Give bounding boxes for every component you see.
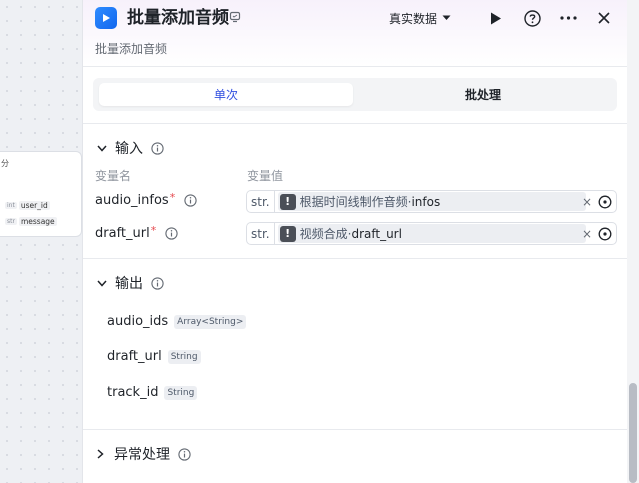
help-button[interactable] (521, 8, 543, 28)
more-button[interactable] (557, 8, 579, 28)
scrollbar-thumb[interactable] (629, 383, 637, 483)
output-type-tag: String (167, 349, 201, 364)
canvas-node-card[interactable]: 分 int user_id str message (0, 151, 82, 237)
required-mark: * (150, 224, 157, 237)
close-button[interactable] (593, 8, 615, 28)
input-param-label: audio_infos * (95, 191, 197, 208)
canvas-node-title: 分 (1, 159, 9, 168)
variable-picker-icon[interactable] (598, 195, 612, 209)
app-logo-icon (95, 7, 117, 29)
canvas-node-var-name: user_id (18, 201, 50, 210)
node-description[interactable]: 批量添加音频 (95, 40, 167, 57)
canvas-node-output-row: str message (5, 217, 57, 226)
more-icon (559, 16, 577, 20)
output-name: draft_url (107, 349, 162, 364)
chevron-down-icon (97, 145, 107, 152)
required-mark: * (169, 191, 176, 204)
reference-chip[interactable]: ! 根据时间线制作音频 · infos (277, 192, 586, 211)
info-icon[interactable] (165, 227, 178, 240)
canvas-node-type-tag: str (5, 218, 17, 225)
clear-icon[interactable]: × (582, 227, 592, 241)
exception-section-title: 异常处理 (114, 447, 170, 463)
outputs-section-header[interactable]: 输出 (97, 273, 164, 293)
node-alert-icon: ! (279, 225, 296, 242)
run-mode-tabs: 单次 批处理 (93, 78, 617, 111)
output-name: track_id (107, 385, 159, 400)
divider (83, 258, 628, 259)
tab-single[interactable]: 单次 (99, 83, 353, 106)
clear-icon[interactable]: × (582, 195, 592, 209)
header-actions: 真实数据 (389, 8, 615, 28)
chevron-right-icon (97, 449, 104, 459)
column-header-value: 变量值 (247, 169, 284, 183)
canvas-node-var-name: message (18, 217, 57, 226)
column-header-name: 变量名 (95, 169, 132, 183)
info-icon[interactable] (178, 447, 191, 461)
output-param-row: draft_url String (107, 349, 201, 364)
divider (83, 429, 628, 430)
outputs-section-title: 输出 (115, 276, 143, 292)
divider (83, 123, 628, 124)
help-icon (523, 9, 541, 27)
output-type-tag: String (164, 385, 198, 400)
param-name: audio_infos (95, 193, 169, 208)
ref-var-name: infos (411, 194, 441, 209)
inputs-section-title: 输入 (115, 141, 143, 157)
panel-header: 批量添加音频 批量添加音频 真实数据 (83, 0, 627, 67)
variable-reference-field[interactable]: str. ! 视频合成 · draft_url × (246, 222, 617, 245)
output-param-row: track_id String (107, 385, 198, 400)
exception-section-header[interactable]: 异常处理 (97, 444, 191, 464)
node-config-panel: 批量添加音频 批量添加音频 真实数据 单次 批处理 输入 变量名 变量值 aud… (82, 0, 628, 483)
tab-batch[interactable]: 批处理 (356, 83, 610, 106)
inputs-section-header[interactable]: 输入 (97, 138, 164, 158)
info-icon[interactable] (151, 276, 164, 290)
output-name: audio_ids (107, 314, 169, 329)
variable-reference-field[interactable]: str. ! 根据时间线制作音频 · infos × (246, 190, 617, 213)
param-name: draft_url (95, 226, 150, 241)
workflow-canvas[interactable] (0, 0, 82, 483)
chevron-down-icon (442, 15, 451, 20)
canvas-node-type-tag: int (5, 202, 17, 209)
type-selector[interactable]: str. (247, 223, 275, 244)
variable-picker-icon[interactable] (598, 227, 612, 241)
output-type-tag: Array<String> (174, 314, 247, 329)
node-title[interactable]: 批量添加音频 (127, 7, 229, 29)
data-mode-label: 真实数据 (388, 11, 437, 26)
info-icon[interactable] (151, 141, 164, 155)
close-icon (598, 12, 610, 24)
run-button[interactable] (485, 8, 507, 28)
chevron-down-icon (97, 280, 107, 287)
type-selector[interactable]: str. (247, 191, 275, 212)
ref-node-name: 视频合成 (299, 227, 348, 241)
play-icon (491, 12, 501, 24)
input-param-label: draft_url * (95, 224, 178, 241)
canvas-node-output-row: int user_id (5, 201, 50, 210)
node-alert-icon: ! (279, 193, 296, 210)
data-mode-select[interactable]: 真实数据 (389, 10, 451, 27)
ref-var-name: draft_url (351, 226, 402, 241)
edit-icon[interactable] (229, 11, 241, 23)
info-icon[interactable] (184, 194, 197, 207)
ref-node-name: 根据时间线制作音频 (299, 195, 408, 209)
panel-scrollbar[interactable] (627, 0, 639, 483)
reference-chip[interactable]: ! 视频合成 · draft_url (277, 224, 586, 243)
output-param-row: audio_ids Array<String> (107, 314, 247, 329)
